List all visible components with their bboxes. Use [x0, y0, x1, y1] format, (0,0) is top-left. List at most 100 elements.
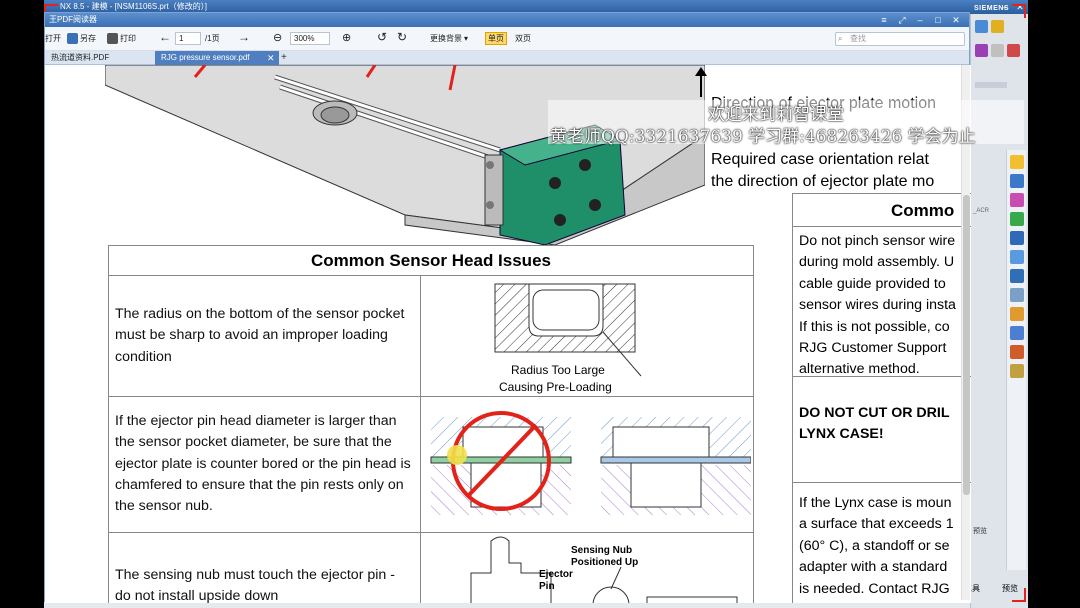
nx-tool-icon[interactable]: [1010, 250, 1024, 264]
side-line: DO NOT CUT OR DRIL: [799, 405, 950, 421]
figure-caption-pin: Pin: [539, 581, 555, 592]
double-page-label: 双页: [515, 34, 531, 43]
pdf-titlebar: 王PDF阅读器 ≡ ⤢ – □ ✕: [45, 13, 969, 27]
nx-panel-divider: [975, 82, 1007, 88]
next-page-button[interactable]: →: [238, 30, 250, 44]
print-button[interactable]: 打印: [107, 33, 136, 44]
side-line: adapter with a standard: [799, 559, 948, 576]
pdf-fullscreen-icon[interactable]: ⤢: [895, 13, 909, 27]
nx-toolbar-icon[interactable]: [975, 44, 988, 57]
prev-page-button[interactable]: ←: [159, 30, 171, 44]
zoom-select[interactable]: 300%: [290, 32, 330, 45]
nx-clock-icon[interactable]: [1010, 269, 1024, 283]
print-label: 打印: [120, 34, 136, 43]
orientation-text-1: Required case orientation relat: [711, 151, 929, 168]
side-line: during mold assembly. U: [799, 254, 955, 271]
sensing-nub-figure: Sensing Nub Positioned Up Ejector Pin: [470, 536, 738, 603]
zoom-in-button[interactable]: ⊕: [342, 31, 351, 44]
sensor-assembly-illustration: [105, 65, 705, 245]
rotate-right-icon: ↻: [397, 30, 408, 44]
radius-figure: Radius Too Large Causing Pre-Loading: [494, 283, 642, 394]
side-line: (60° C), a standoff or se: [799, 537, 950, 554]
nx-tool-icon[interactable]: [1010, 364, 1024, 378]
side-cell-pinch: Do not pinch sensor wire during mold ass…: [793, 227, 971, 377]
side-table: Commo Do not pinch sensor wire during mo…: [792, 193, 971, 603]
tab-rjg-sensor[interactable]: RJG pressure sensor.pdf: [155, 51, 279, 65]
open-button[interactable]: 打开: [45, 33, 61, 44]
nx-panel-label: _ACR: [973, 208, 990, 214]
nx-minimize-button[interactable]: –: [998, 0, 1012, 14]
side-table-title: Commo: [793, 194, 971, 227]
printer-icon: [107, 33, 118, 44]
side-line: LYNX CASE!: [799, 426, 884, 443]
tab-hot-runner[interactable]: 热流道资料.PDF: [45, 51, 115, 65]
arrow-left-icon: ←: [159, 30, 171, 44]
table-cell: The sensing nub must touch the ejector p…: [109, 533, 421, 603]
nx-toolbar-icon[interactable]: [991, 44, 1004, 57]
side-cell-temperature: If the Lynx case is moun a surface that …: [793, 483, 971, 603]
save-as-label: 另存: [80, 34, 96, 43]
pdf-menu-icon[interactable]: ≡: [877, 13, 891, 27]
table-cell-figure: Sensing Nub Positioned Up Ejector Pin: [421, 533, 753, 603]
double-page-button[interactable]: 双页: [515, 33, 531, 44]
pdf-app-title: 王PDF阅读器: [49, 15, 97, 24]
nx-tool-icon[interactable]: [1010, 193, 1024, 207]
red-frame-corner: [1012, 4, 1026, 18]
table-row: If the ejector pin head diameter is larg…: [109, 397, 753, 533]
pin-head-figure: [430, 411, 752, 515]
tab-close-icon[interactable]: ✕: [267, 51, 275, 65]
side-line: cable guide provided to: [799, 275, 946, 292]
nx-tool-icon[interactable]: [1010, 288, 1024, 302]
pdf-close-button[interactable]: ✕: [949, 13, 963, 27]
single-page-label: 单页: [488, 34, 504, 43]
nx-tool-icon[interactable]: [1010, 231, 1024, 245]
table-row: The sensing nub must touch the ejector p…: [109, 533, 753, 603]
side-line: Do not pinch sensor wire: [799, 233, 956, 249]
nx-vertical-toolbar: [1006, 150, 1026, 570]
open-label: 打开: [45, 34, 61, 43]
letterbox-left: [0, 0, 44, 608]
zoom-in-icon: ⊕: [342, 32, 352, 44]
pdf-tab-bar: 热流道资料.PDF RJG pressure sensor.pdf ✕ +: [45, 51, 969, 65]
zoom-out-button[interactable]: ⊖: [273, 31, 282, 44]
save-as-button[interactable]: 另存: [67, 33, 96, 44]
table-cell: If the ejector pin head diameter is larg…: [109, 397, 421, 532]
nx-toolbar-icon[interactable]: [991, 20, 1004, 33]
table-cell: The radius on the bottom of the sensor p…: [109, 276, 421, 396]
nx-tool-icon[interactable]: [1010, 307, 1024, 321]
red-frame-corner: [1012, 588, 1026, 602]
table-row: The radius on the bottom of the sensor p…: [109, 276, 753, 397]
side-line: If the Lynx case is moun: [799, 495, 952, 511]
watermark-contact: 黄老师QQ:3321637639 学习群:468263426 学会为止: [550, 127, 976, 147]
chevron-down-icon: ▾: [464, 34, 469, 43]
rotate-left-button[interactable]: ↺: [377, 30, 387, 44]
nx-tool-icon[interactable]: [1010, 345, 1024, 359]
figure-caption-sensing-nub: Sensing Nub: [571, 545, 632, 556]
nx-tool-icon[interactable]: [1010, 212, 1024, 226]
add-tab-button[interactable]: +: [281, 51, 287, 65]
nx-toolbar-icon[interactable]: [1007, 44, 1020, 57]
table-title: Common Sensor Head Issues: [109, 246, 753, 276]
arrow-right-icon: →: [238, 30, 250, 44]
figure-caption-positioned-up: Positioned Up: [571, 557, 638, 568]
side-line: alternative method.: [799, 361, 920, 377]
pdf-minimize-button[interactable]: –: [913, 13, 927, 27]
nx-tool-icon[interactable]: [1010, 155, 1024, 169]
rotate-left-icon: ↺: [377, 30, 388, 44]
nx-tool-icon[interactable]: [1010, 326, 1024, 340]
letterbox-right: [1028, 0, 1080, 608]
background-dropdown[interactable]: 更换背景 ▾: [430, 33, 468, 44]
search-icon: ⌕: [838, 34, 843, 43]
page-number-input[interactable]: 1: [175, 32, 201, 45]
side-line: sensor wires during insta: [799, 297, 956, 314]
background-label: 更换背景: [430, 34, 462, 43]
rotate-right-button[interactable]: ↻: [397, 30, 407, 44]
nx-toolbar-icon[interactable]: [975, 20, 988, 33]
search-input[interactable]: 查找: [835, 32, 965, 46]
pdf-maximize-button[interactable]: □: [931, 13, 945, 27]
table-cell-figure: [421, 397, 753, 532]
single-page-button[interactable]: 单页: [485, 32, 507, 45]
nx-tool-icon[interactable]: [1010, 174, 1024, 188]
nx-preview-label: 预览: [973, 528, 987, 535]
scrollbar-thumb[interactable]: [963, 195, 970, 495]
